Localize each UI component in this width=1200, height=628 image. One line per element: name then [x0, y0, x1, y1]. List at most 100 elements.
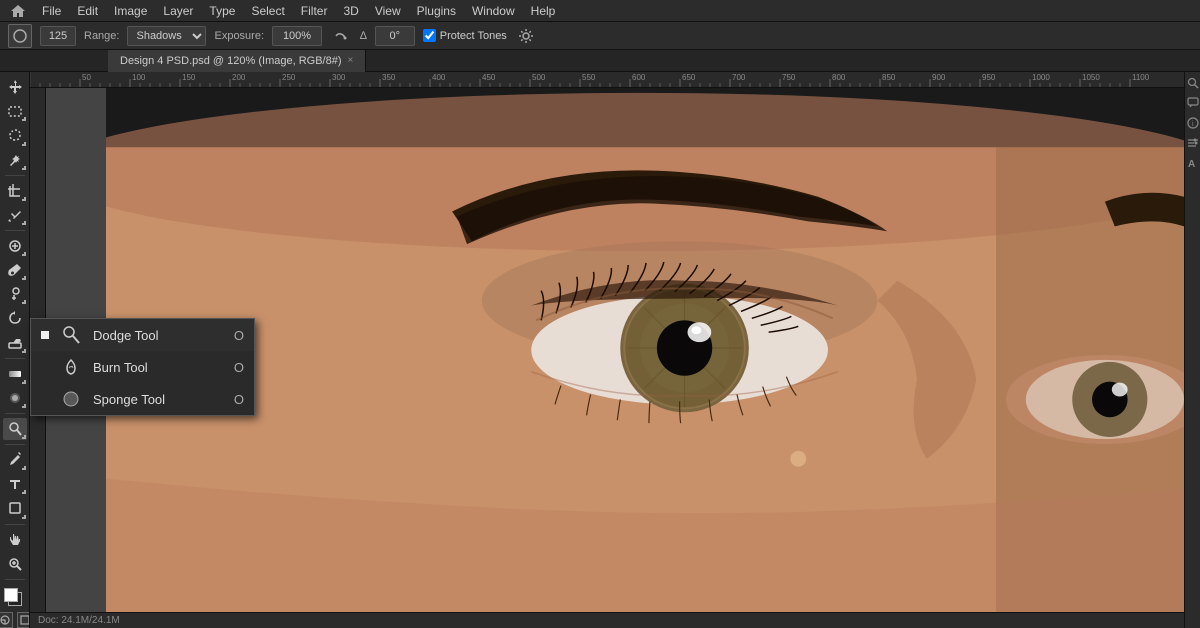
context-menu-dodge-tool[interactable]: Dodge Tool O — [31, 319, 254, 351]
crop-tool[interactable] — [3, 180, 27, 202]
menu-edit[interactable]: Edit — [71, 2, 104, 20]
foreground-color — [4, 588, 18, 602]
quick-mask-btn[interactable] — [0, 612, 13, 628]
svg-text:400: 400 — [432, 73, 446, 82]
hand-tool[interactable] — [3, 528, 27, 550]
menu-help[interactable]: Help — [525, 2, 562, 20]
dodge-tool-btn[interactable] — [3, 418, 27, 440]
svg-text:800: 800 — [832, 73, 846, 82]
eraser-tool[interactable] — [3, 332, 27, 354]
menu-layer[interactable]: Layer — [157, 2, 199, 20]
svg-text:650: 650 — [682, 73, 696, 82]
panel-search-icon[interactable] — [1186, 76, 1200, 90]
tool-separator-7 — [5, 579, 25, 580]
svg-text:1100: 1100 — [1132, 73, 1150, 82]
svg-text:850: 850 — [882, 73, 896, 82]
context-menu-burn-tool[interactable]: Burn Tool O — [31, 351, 254, 383]
selected-indicator — [41, 331, 49, 339]
eye-photo: ct Retouching Ins — [106, 88, 1184, 612]
tab-close-button[interactable]: × — [348, 55, 354, 66]
svg-text:550: 550 — [582, 73, 596, 82]
tool-separator-4 — [5, 413, 25, 414]
shape-tool[interactable] — [3, 497, 27, 519]
svg-text:200: 200 — [232, 73, 246, 82]
brush-preview[interactable] — [8, 24, 32, 48]
menu-file[interactable]: File — [36, 2, 67, 20]
context-menu: Dodge Tool O Burn Tool O — [30, 318, 255, 416]
select-rect-tool[interactable] — [3, 100, 27, 122]
text-tool[interactable] — [3, 473, 27, 495]
airbrush-icon[interactable] — [330, 25, 352, 47]
blur-tool[interactable] — [3, 387, 27, 409]
dodge-tool-shortcut: O — [234, 328, 244, 343]
range-select[interactable]: Shadows Midtones Highlights — [127, 26, 206, 46]
svg-text:900: 900 — [932, 73, 946, 82]
menu-image[interactable]: Image — [108, 2, 153, 20]
brush-tool[interactable] — [3, 259, 27, 281]
menu-type[interactable]: Type — [203, 2, 241, 20]
document-tab[interactable]: Design 4 PSD.psd @ 120% (Image, RGB/8#) … — [108, 50, 366, 72]
exposure-label: Exposure: — [214, 30, 264, 42]
gradient-tool[interactable] — [3, 363, 27, 385]
menu-bar: File Edit Image Layer Type Select Filter… — [0, 0, 1200, 22]
menu-filter[interactable]: Filter — [295, 2, 334, 20]
tab-bar: Design 4 PSD.psd @ 120% (Image, RGB/8#) … — [0, 50, 1200, 72]
status-info: Doc: 24.1M/24.1M — [38, 615, 120, 626]
protect-tones-checkbox[interactable] — [423, 29, 436, 42]
angle-input[interactable] — [375, 26, 415, 46]
svg-text:300: 300 — [332, 73, 346, 82]
home-icon[interactable] — [8, 1, 28, 21]
toolbar — [0, 72, 30, 628]
context-menu-sponge-tool[interactable]: Sponge Tool O — [31, 383, 254, 415]
range-label: Range: — [84, 30, 119, 42]
color-swatches[interactable] — [4, 588, 26, 608]
svg-text:100: 100 — [132, 73, 146, 82]
zoom-tool[interactable] — [3, 553, 27, 575]
move-tool[interactable] — [3, 76, 27, 98]
svg-text:50: 50 — [82, 73, 91, 82]
options-bar: Range: Shadows Midtones Highlights Expos… — [0, 22, 1200, 50]
svg-text:1000: 1000 — [1032, 73, 1050, 82]
menu-view[interactable]: View — [369, 2, 407, 20]
protect-tones-label[interactable]: Protect Tones — [423, 29, 507, 42]
clone-stamp-tool[interactable] — [3, 283, 27, 305]
tool-separator-3 — [5, 358, 25, 359]
svg-text:950: 950 — [982, 73, 996, 82]
history-brush-tool[interactable] — [3, 307, 27, 329]
lasso-tool[interactable] — [3, 124, 27, 146]
svg-text:500: 500 — [532, 73, 546, 82]
menu-window[interactable]: Window — [466, 2, 521, 20]
svg-text:1050: 1050 — [1082, 73, 1100, 82]
ruler-top: 5010015020025030035040045050055060065070… — [30, 72, 1184, 88]
panel-chat-icon[interactable] — [1186, 96, 1200, 110]
panel-text-icon[interactable]: A — [1186, 156, 1200, 170]
brush-size-input[interactable] — [40, 26, 76, 46]
sponge-icon — [59, 387, 83, 411]
eye-illustration — [106, 88, 1184, 612]
settings-icon[interactable] — [515, 25, 537, 47]
healing-brush-tool[interactable] — [3, 235, 27, 257]
svg-text:i: i — [1192, 121, 1194, 128]
right-panel: i A — [1184, 72, 1200, 628]
menu-3d[interactable]: 3D — [337, 2, 364, 20]
pen-tool[interactable] — [3, 449, 27, 471]
eyedropper-tool[interactable] — [3, 204, 27, 226]
panel-info-icon[interactable]: i — [1186, 116, 1200, 130]
sponge-tool-shortcut: O — [234, 392, 244, 407]
svg-text:A: A — [1188, 159, 1195, 169]
menu-plugins[interactable]: Plugins — [411, 2, 462, 20]
tool-separator-2 — [5, 230, 25, 231]
tool-separator-6 — [5, 524, 25, 525]
panel-adjustments-icon[interactable] — [1186, 136, 1200, 150]
exposure-input[interactable] — [272, 26, 322, 46]
menu-select[interactable]: Select — [245, 2, 290, 20]
svg-text:750: 750 — [782, 73, 796, 82]
screen-mode-btn[interactable] — [17, 612, 31, 628]
svg-text:250: 250 — [282, 73, 296, 82]
sponge-tool-label: Sponge Tool — [93, 392, 224, 407]
status-bar: Doc: 24.1M/24.1M — [30, 612, 1184, 628]
magic-wand-tool[interactable] — [3, 149, 27, 171]
tab-title: Design 4 PSD.psd @ 120% (Image, RGB/8#) — [120, 55, 342, 67]
dodge-tool-label: Dodge Tool — [93, 328, 224, 343]
svg-text:150: 150 — [182, 73, 196, 82]
